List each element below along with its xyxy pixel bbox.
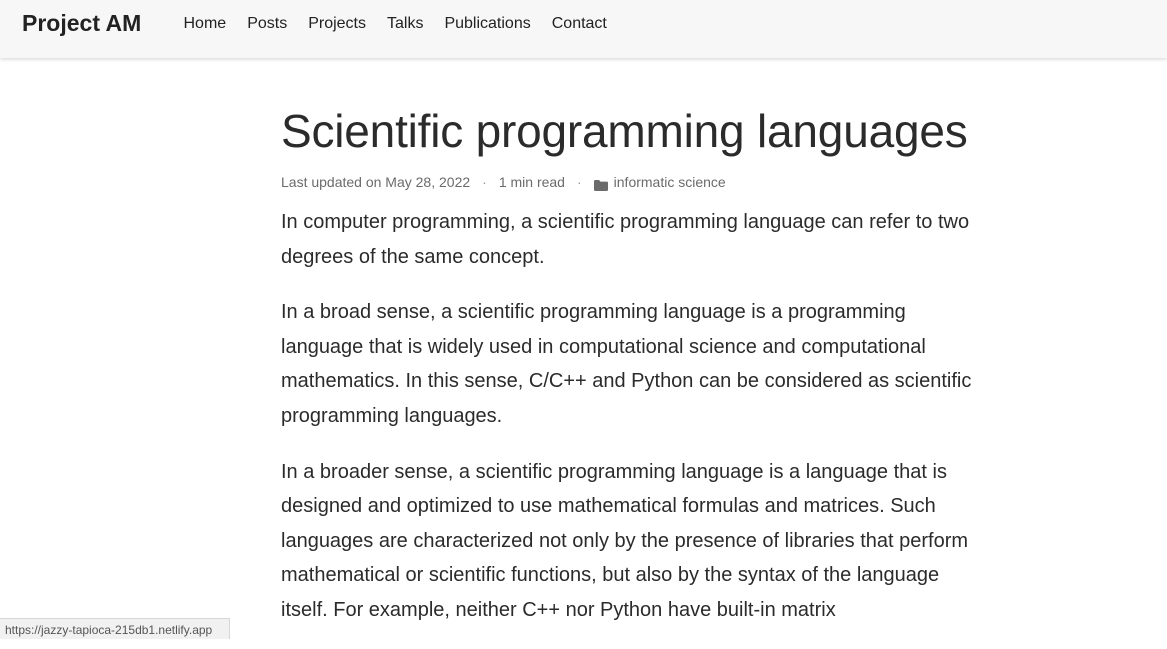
reading-time: 1 min read [498,174,565,190]
top-navbar: Project AM Home Posts Projects Talks Pub… [0,0,1167,58]
paragraph: In a broad sense, a scientific programmi… [281,301,972,427]
paragraph: In computer programming, a scientific pr… [281,211,970,268]
meta-separator: · [482,174,487,190]
meta-separator: · [576,174,582,190]
browser-status-url: https://jazzy-tapioca-215db1.netlify.app [0,618,230,639]
nav-links: Home Posts Projects Talks Publications C… [173,14,617,33]
nav-link-contact[interactable]: Contact [541,14,617,33]
nav-link-home[interactable]: Home [173,14,237,33]
last-updated-date: Last updated on May 28, 2022 [281,174,471,190]
paragraph: In a broader sense, a scientific program… [281,460,969,621]
nav-link-publications[interactable]: Publications [434,14,541,33]
site-brand-link[interactable]: Project AM [22,10,141,36]
category-link[interactable]: informatic science [614,173,726,191]
nav-link-talks[interactable]: Talks [377,14,434,33]
folder-icon [593,177,608,191]
article-body: In computer programming, a scientific pr… [281,205,991,628]
nav-link-posts[interactable]: Posts [237,14,298,33]
nav-link-projects[interactable]: Projects [298,14,377,33]
page-title: Scientific programming languages [281,105,968,157]
article: Scientific programming languages Last up… [281,100,1001,649]
article-meta: Last updated on May 28, 2022 · 1 min rea… [281,173,1001,191]
